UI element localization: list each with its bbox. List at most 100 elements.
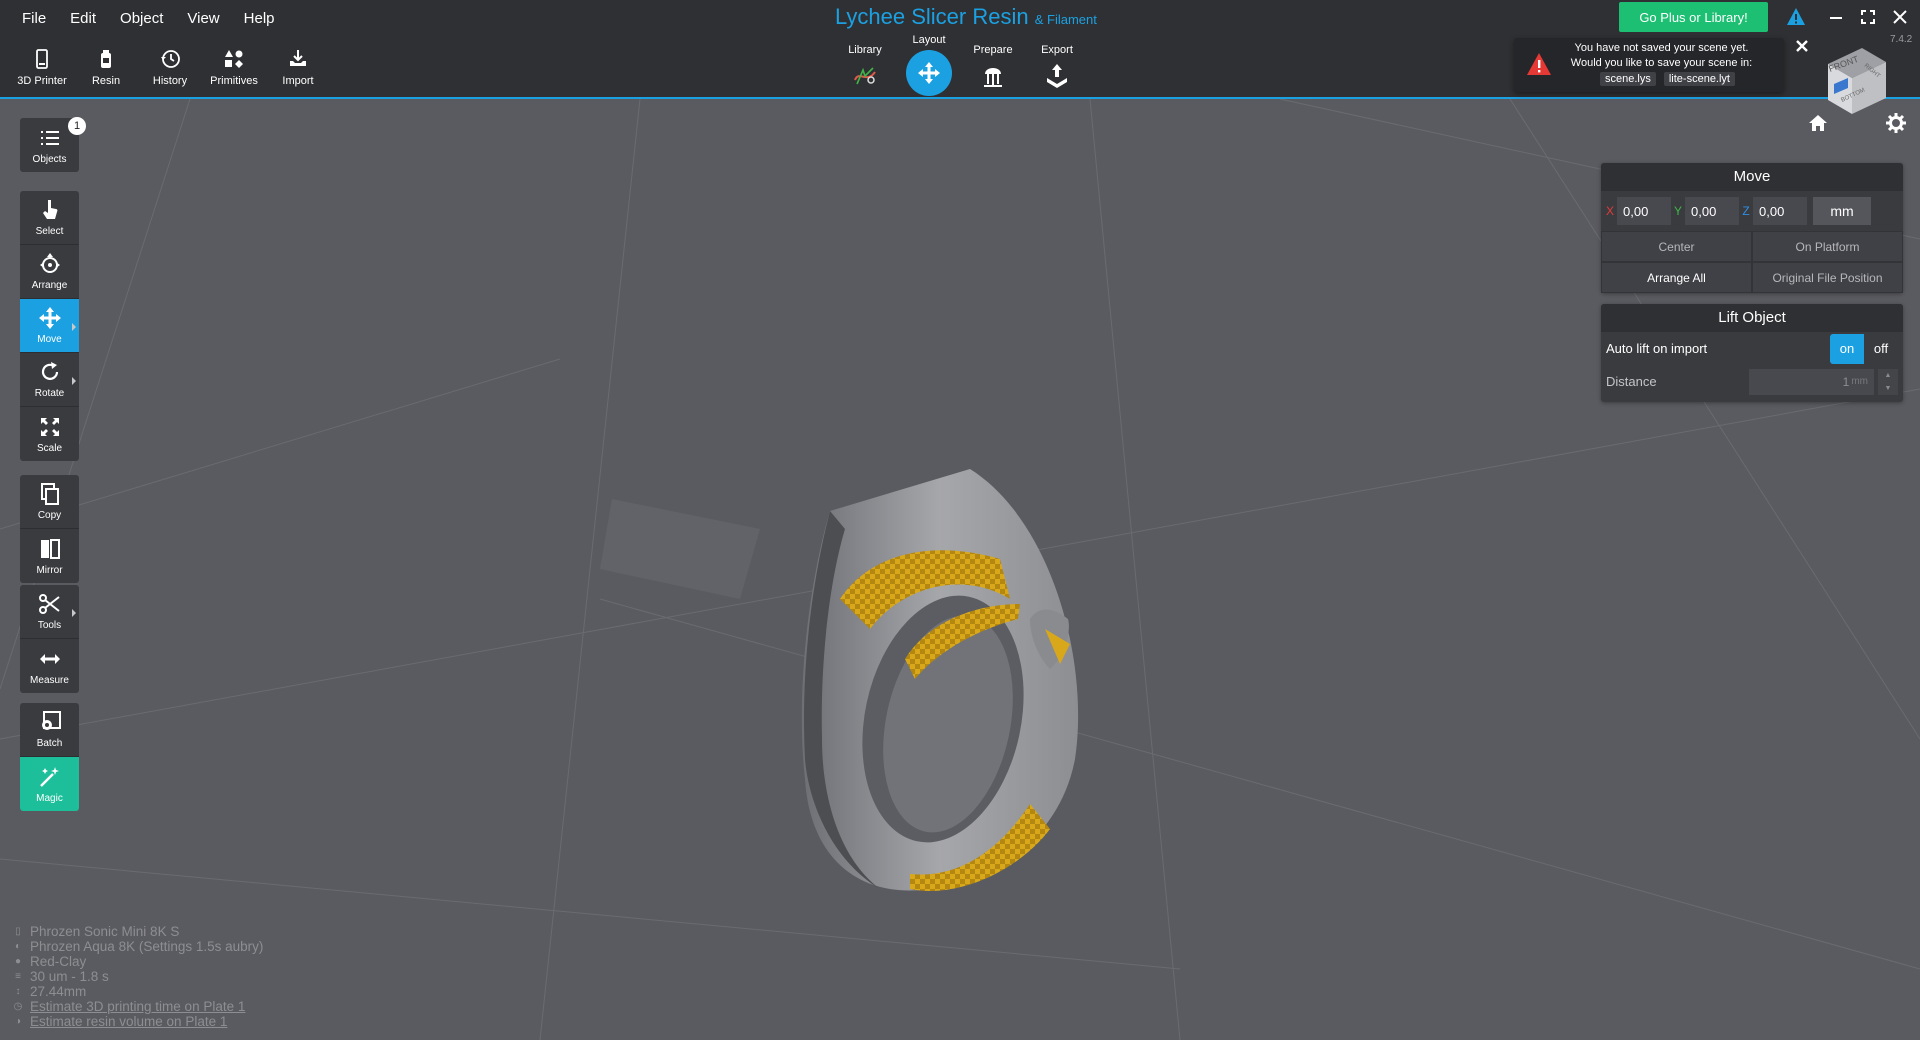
arrange-button[interactable]: Arrange	[20, 245, 79, 299]
history-button[interactable]: History	[138, 48, 202, 87]
go-plus-button[interactable]: Go Plus or Library!	[1619, 2, 1768, 32]
printer-label: 3D Printer	[17, 75, 67, 87]
distance-row: Distance 1 mm ▲ ▼	[1601, 365, 1903, 402]
scale-icon	[40, 417, 59, 436]
auto-lift-on-button[interactable]: on	[1830, 333, 1864, 364]
center-button[interactable]: Center	[1601, 231, 1752, 262]
platform-edge	[600, 499, 760, 599]
move-label: Move	[37, 334, 62, 345]
move-panel: Move X Y Z mm Center On Platform Arrange…	[1601, 163, 1903, 293]
save-option-lys[interactable]: scene.lys	[1600, 72, 1656, 86]
estimate-volume-link[interactable]: Estimate resin volume on Plate 1	[30, 1014, 227, 1029]
import-icon	[290, 50, 306, 66]
distance-unit: mm	[1851, 376, 1868, 387]
printer-button[interactable]: 3D Printer	[10, 48, 74, 87]
arrange-all-button[interactable]: Arrange All	[1601, 262, 1752, 293]
step-layout-bubble	[906, 50, 952, 96]
step-library[interactable]: Library	[835, 44, 895, 93]
magic-label: Magic	[36, 792, 63, 804]
step-export[interactable]: Export	[1027, 44, 1087, 93]
history-icon	[161, 50, 180, 68]
select-button[interactable]: Select	[20, 191, 79, 245]
app-subtitle: & Filament	[1034, 12, 1097, 27]
primitives-button[interactable]: Primitives	[202, 48, 266, 87]
resin-button[interactable]: Resin	[74, 48, 138, 87]
copy-button[interactable]: Copy	[20, 475, 79, 529]
maximize-icon[interactable]	[1857, 6, 1879, 28]
magic-button[interactable]: Magic	[20, 757, 79, 811]
stepper-up-icon[interactable]: ▲	[1878, 369, 1898, 382]
workflow-steps: Library Layout Prepare Export	[835, 34, 1075, 99]
info-color: Red-Clay	[30, 954, 87, 969]
arrange-icon	[39, 253, 60, 273]
save-option-lyt[interactable]: lite-scene.lyt	[1663, 72, 1735, 86]
menu-help[interactable]: Help	[232, 8, 287, 29]
coordinate-inputs: X Y Z mm	[1601, 191, 1903, 231]
tools-expand-caret[interactable]	[72, 609, 76, 617]
arrange-label: Arrange	[31, 280, 68, 291]
step-export-label: Export	[1041, 44, 1073, 56]
history-label: History	[152, 75, 188, 87]
info-height: 27.44mm	[30, 984, 87, 999]
step-layout[interactable]: Layout	[899, 34, 959, 96]
main-toolbar: 3D Printer Resin History Primitives Impo…	[10, 48, 330, 87]
ring-model[interactable]	[801, 469, 1079, 891]
close-window-icon[interactable]	[1889, 6, 1911, 28]
scale-label: Scale	[36, 442, 62, 454]
alert-triangle-icon[interactable]	[1786, 7, 1806, 27]
batch-button[interactable]: Batch	[20, 703, 79, 757]
shapes-icon	[225, 50, 243, 68]
menu-edit[interactable]: Edit	[58, 8, 108, 29]
app-title-text: Lychee Slicer Resin	[835, 4, 1029, 29]
rotate-icon	[41, 362, 58, 380]
height-icon: ↕	[15, 986, 21, 997]
minimize-icon[interactable]	[1825, 6, 1847, 28]
move-arrows-icon	[918, 62, 940, 84]
select-label: Select	[35, 226, 64, 237]
original-position-button[interactable]: Original File Position	[1752, 262, 1903, 293]
stepper-down-icon[interactable]: ▼	[1878, 382, 1898, 395]
move-button[interactable]: Move	[20, 299, 79, 353]
distance-stepper[interactable]: ▲ ▼	[1878, 368, 1898, 395]
objects-label: Objects	[32, 153, 67, 165]
move-expand-caret[interactable]	[72, 323, 76, 331]
auto-lift-off-button[interactable]: off	[1864, 333, 1898, 364]
tools-label: Tools	[37, 620, 62, 631]
volume-icon: ◑	[14, 1016, 22, 1027]
mirror-button[interactable]: Mirror	[20, 529, 79, 583]
z-input[interactable]	[1753, 197, 1807, 225]
measure-label: Measure	[30, 674, 69, 686]
tools-button[interactable]: Tools	[20, 585, 79, 639]
estimate-time-link[interactable]: Estimate 3D printing time on Plate 1	[30, 999, 245, 1014]
unit-toggle-button[interactable]: mm	[1813, 197, 1871, 225]
distance-input[interactable]: 1 mm	[1749, 368, 1874, 395]
move-panel-title: Move	[1601, 163, 1903, 191]
resin-small-icon: ◐	[14, 941, 22, 952]
measure-arrows-icon	[39, 653, 60, 664]
measure-button[interactable]: Measure	[20, 639, 79, 693]
close-icon[interactable]	[1794, 38, 1810, 54]
on-platform-button[interactable]: On Platform	[1752, 231, 1903, 262]
menu-view[interactable]: View	[175, 8, 231, 29]
lift-object-panel: Lift Object Auto lift on import on off D…	[1601, 304, 1903, 402]
menu-object[interactable]: Object	[108, 8, 175, 29]
y-input[interactable]	[1685, 197, 1739, 225]
move-icon	[38, 307, 61, 329]
scissors-icon	[38, 594, 60, 614]
x-input[interactable]	[1617, 197, 1671, 225]
rotate-button[interactable]: Rotate	[20, 353, 79, 407]
step-prepare[interactable]: Prepare	[963, 44, 1023, 93]
magic-wand-icon	[39, 766, 59, 787]
mirror-icon	[40, 538, 60, 559]
import-button[interactable]: Import	[266, 48, 330, 87]
copy-icon	[40, 483, 59, 505]
scene-info: ▯ Phrozen Sonic Mini 8K S ◐ Phrozen Aqua 8…	[12, 924, 264, 1029]
distance-value: 1	[1842, 374, 1850, 389]
copy-label: Copy	[37, 510, 62, 521]
step-prepare-label: Prepare	[973, 44, 1013, 56]
list-icon	[40, 130, 59, 145]
info-layer: 30 um - 1.8 s	[30, 969, 109, 984]
scale-button[interactable]: Scale	[20, 407, 79, 461]
menu-file[interactable]: File	[10, 8, 58, 29]
rotate-expand-caret[interactable]	[72, 377, 76, 385]
